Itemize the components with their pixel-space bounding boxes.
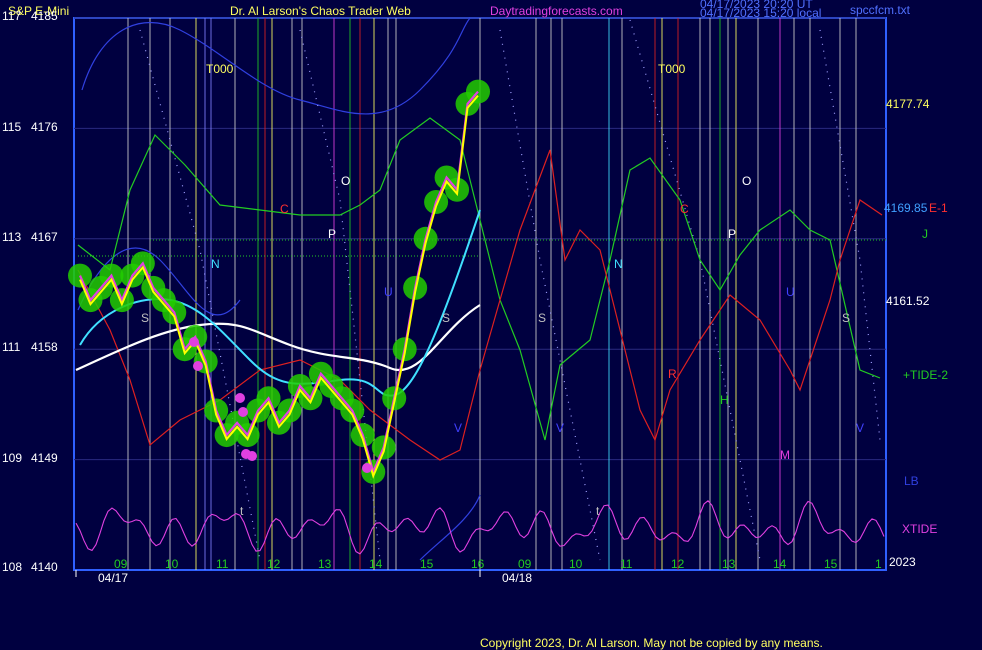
hour-label: 09 xyxy=(518,557,532,571)
magenta-dot xyxy=(193,361,203,371)
marker-label: U xyxy=(786,285,795,299)
level-label: 4161.52 xyxy=(886,294,930,308)
date-label: 04/18 xyxy=(502,571,532,585)
e1-label: E-1 xyxy=(929,201,948,215)
marker-label: O xyxy=(742,174,751,188)
hour-label: 15 xyxy=(420,557,434,571)
hour-label: 13 xyxy=(722,557,736,571)
price-tick: 4185 xyxy=(31,9,58,23)
hour-label: 10 xyxy=(165,557,179,571)
dotted-projection xyxy=(139,19,881,561)
marker-label: N xyxy=(614,257,623,271)
marker-label: N xyxy=(211,257,220,271)
marker-label: T000 xyxy=(206,62,234,76)
price-tick: 4140 xyxy=(31,560,58,574)
level-label: 4177.74 xyxy=(886,97,930,111)
marker-label: H xyxy=(720,393,729,407)
hour-label: 10 xyxy=(569,557,583,571)
price-tick: 4167 xyxy=(31,230,58,244)
tide-tick: 111 xyxy=(2,340,21,354)
j-label: J xyxy=(922,227,928,241)
tide-tick: 109 xyxy=(2,451,22,465)
marker-label: S xyxy=(842,311,850,325)
price-tick: 4149 xyxy=(31,451,58,465)
author-label: Dr. Al Larson's Chaos Trader Web xyxy=(230,4,411,18)
marker-label: U xyxy=(384,285,393,299)
hour-label: 11 xyxy=(216,557,229,571)
magenta-dot xyxy=(247,451,257,461)
marker-label: S xyxy=(442,311,450,325)
magenta-dot xyxy=(189,337,199,347)
marker-label: O xyxy=(341,174,350,188)
marker-label: t xyxy=(240,504,244,518)
price-tick: 4176 xyxy=(31,120,58,134)
hour-label: 16 xyxy=(471,557,485,571)
tide-tick: 108 xyxy=(2,560,22,574)
magenta-dot xyxy=(238,407,248,417)
hour-label: 12 xyxy=(671,557,685,571)
marker-label: R xyxy=(668,367,677,381)
magenta-dot xyxy=(362,463,372,473)
year-label: 2023 xyxy=(889,555,916,569)
marker-label: C xyxy=(280,202,289,216)
chart-canvas: T000 T000O OC CP PN NS S S SV V VRHMU Ut t S&P E-Min… xyxy=(2,0,948,650)
level-label: 4169.85 xyxy=(884,201,928,215)
tide-label: +TIDE-2 xyxy=(903,368,948,382)
xtide-label: XTIDE xyxy=(902,522,937,536)
y-axis-labels: 117 4185 115 4176 113 4167 111 4158 109 … xyxy=(2,9,58,574)
marker-label: P xyxy=(728,227,736,241)
marker-label: S xyxy=(538,311,546,325)
hour-label: 14 xyxy=(773,557,787,571)
marker-label: V xyxy=(856,421,864,435)
date-label: 04/17 xyxy=(98,571,128,585)
hour-label: 14 xyxy=(369,557,383,571)
hour-label: 09 xyxy=(114,557,128,571)
marker-label: V xyxy=(454,421,462,435)
cycle-lines xyxy=(127,18,857,570)
series-layer xyxy=(68,79,886,555)
marker-label: P xyxy=(328,227,336,241)
hour-label: 15 xyxy=(824,557,838,571)
tide-tick: 115 xyxy=(2,120,21,134)
right-labels: 4177.74 4169.85 E-1 J 4161.52 +TIDE-2 LB… xyxy=(884,97,948,569)
lb-label: LB xyxy=(904,474,919,488)
upper-band xyxy=(81,17,471,115)
marker-label: V xyxy=(556,421,564,435)
marker-label: S xyxy=(141,311,149,325)
tide-line xyxy=(77,117,881,441)
marker-label: t xyxy=(596,504,600,518)
hour-label: 13 xyxy=(318,557,332,571)
tide-tick: 113 xyxy=(2,230,21,244)
lower-band xyxy=(419,494,481,561)
stamp-local: 04/17/2023 15:20 local xyxy=(700,6,821,20)
marker-label: T000 xyxy=(658,62,686,76)
hour-label: 12 xyxy=(267,557,281,571)
x-axis-labels: 09 10 11 12 13 14 15 16 09 10 11 12 13 14 15 1 xyxy=(114,557,882,571)
hour-label: 1 xyxy=(875,557,882,571)
price-tick: 4158 xyxy=(31,340,58,354)
tide-tick: 117 xyxy=(2,9,21,23)
copyright: Copyright 2023, Dr. Al Larson. May not b… xyxy=(480,636,823,650)
magenta-dot xyxy=(235,393,245,403)
site-link[interactable]: Daytradingforecasts.com xyxy=(490,4,623,18)
hour-label: 11 xyxy=(620,557,633,571)
marker-label: C xyxy=(680,202,689,216)
marker-label: M xyxy=(780,448,790,462)
white-average xyxy=(75,304,481,372)
file-name: spccfcm.txt xyxy=(850,3,911,17)
